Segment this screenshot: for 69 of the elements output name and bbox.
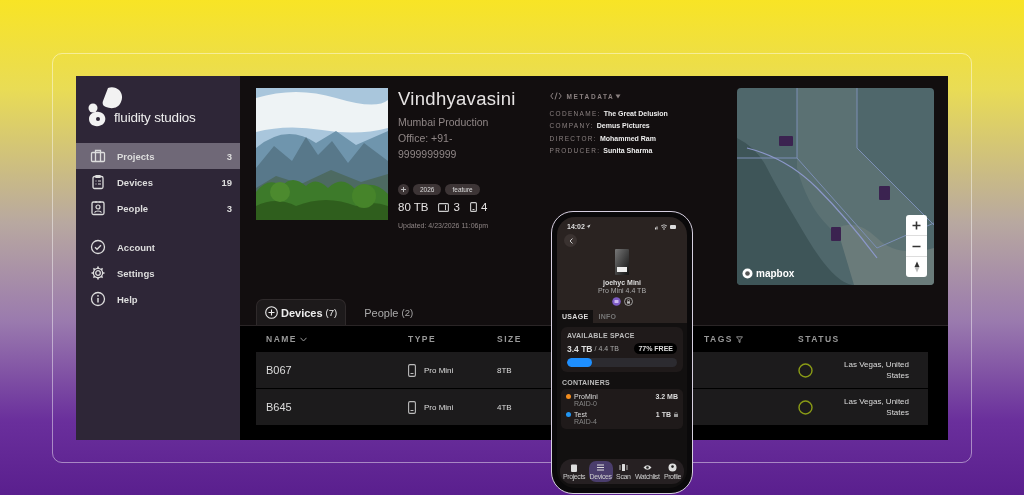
item-count: 3 [226,150,232,162]
chevron-down-icon [300,336,308,342]
list-icon [596,463,606,472]
tab[interactable]: Devices (7) [256,299,347,325]
eye-icon [642,463,652,472]
back-button[interactable] [564,234,577,247]
check-badge-icon [90,239,106,255]
column-header[interactable]: STATUS [798,334,840,344]
sidebar-item[interactable]: Help [76,286,240,312]
settings-icon [90,265,106,281]
column-header[interactable]: SIZE [497,334,522,344]
drive-icon [438,202,450,212]
add-circle-icon [265,306,278,319]
sidebar-item[interactable]: Projects 3 [76,143,240,169]
project-title: Vindhyavasini [398,88,517,110]
device-location: Las Vegas, United States [843,396,909,418]
device-name: B645 [266,401,292,413]
drive-count: 3 [453,201,460,213]
clipboard-icon [90,174,106,190]
phone-icon [469,202,477,212]
item-count: 19 [221,176,232,188]
briefcase-icon [90,148,106,164]
plus-icon [400,186,407,193]
column-header[interactable]: NAME [266,334,308,344]
item-count: 3 [226,202,232,214]
phone-icon [408,363,416,377]
filter-icon [736,335,743,343]
tab-count: (7) [325,307,338,318]
sidebar-item[interactable]: Account [76,234,240,260]
sidebar-item[interactable]: Settings [76,260,240,286]
tab-count: (2) [401,307,414,318]
used-space: 3.4 TB [567,343,593,354]
id-badge-icon [90,200,106,216]
add-tag-button[interactable] [398,184,409,195]
device-type: Pro Mini [424,365,454,375]
drive-icon [615,249,629,275]
phone-count: 4 [480,201,488,213]
map-attribution: mapbox [756,268,795,279]
device-size: 4TB [497,402,512,412]
scan-icon [618,463,628,472]
column-header[interactable]: TYPE [408,334,437,344]
status-icon [798,399,813,415]
profile-icon [667,463,677,472]
phone-icon [408,400,416,414]
mapbox-logo-icon [742,268,753,279]
column-header[interactable]: TAGS [704,334,743,344]
location-arrow-icon [585,224,591,229]
device-size: 8TB [497,365,512,375]
status-icon [798,362,813,378]
project-subtitle: Mumbai Production [398,115,490,130]
device-type: Pro Mini [424,402,454,412]
office-phone: Office: +91-9999999999 [398,131,458,162]
brand-name: fluidity studios [114,110,196,125]
info-icon [90,291,106,307]
device-name: B067 [266,364,292,376]
status-bar-icons-drawing [655,223,677,230]
lock-icon [623,297,633,306]
code-icon [549,92,562,100]
caret-icon [615,93,622,99]
sidebar-item[interactable]: People 3 [76,195,240,221]
compass-icon [913,261,920,273]
storage-total: 80 TB [398,201,429,213]
badge-icon [611,297,621,306]
tab[interactable]: People (2) [356,300,422,325]
plus-icon [912,220,921,230]
sidebar-item[interactable]: Devices 19 [76,169,240,195]
device-location: Las Vegas, United States [843,359,909,381]
chevron-left-icon [568,237,573,244]
clipboard-icon [569,463,579,472]
